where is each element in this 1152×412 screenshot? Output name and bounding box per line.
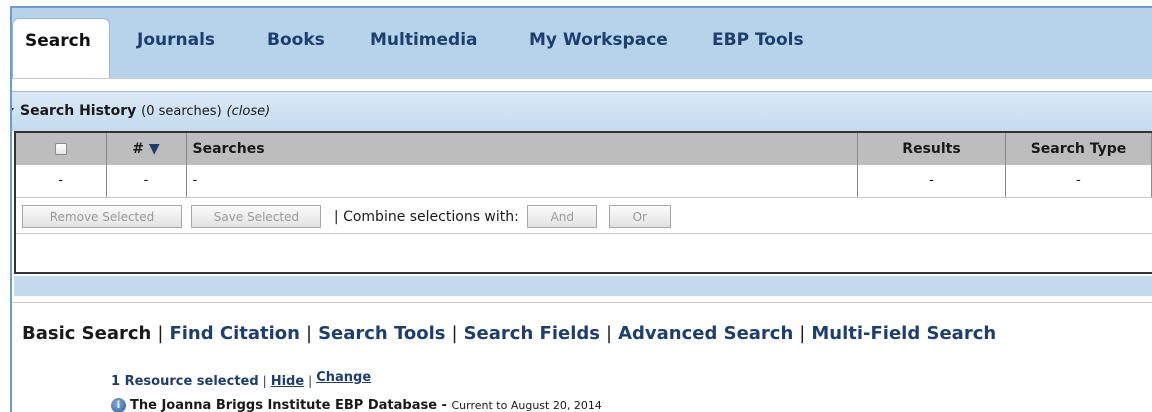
search-history-table: # ▼ Searches Results Search Type - - - -… — [16, 133, 1152, 198]
history-actions-bar: Remove Selected Save Selected | Combine … — [16, 200, 1152, 234]
save-selected-button[interactable]: Save Selected — [191, 205, 322, 228]
search-tools-link[interactable]: Search Tools — [318, 323, 445, 344]
find-citation-link[interactable]: Find Citation — [169, 323, 300, 344]
resource-selected-count: 1 Resource selected — [111, 374, 259, 389]
resource-selection: 1 Resource selected | Hide | Change — [111, 370, 371, 389]
basic-search-link[interactable]: Basic Search — [22, 323, 151, 344]
select-all-header — [16, 133, 107, 165]
tab-my-workspace[interactable]: My Workspace — [529, 30, 668, 50]
tab-bar: Search Journals Books Multimedia My Work… — [12, 8, 1152, 78]
table-header-row: # ▼ Searches Results Search Type — [16, 133, 1152, 165]
separator: | — [157, 323, 164, 344]
section-divider — [12, 302, 1152, 303]
searches-column-header: Searches — [186, 133, 858, 165]
tab-multimedia[interactable]: Multimedia — [370, 30, 478, 50]
combine-or-button[interactable]: Or — [608, 205, 671, 228]
change-link[interactable]: Change — [316, 370, 371, 385]
tab-search[interactable]: Search — [12, 18, 110, 78]
remove-selected-button[interactable]: Remove Selected — [22, 205, 182, 228]
separator: | — [799, 323, 806, 344]
multi-field-search-link[interactable]: Multi-Field Search — [811, 323, 996, 344]
database-currency: Current to August 20, 2014 — [451, 399, 602, 412]
collapse-triangle-icon[interactable] — [12, 107, 14, 114]
hide-link[interactable]: Hide — [271, 374, 304, 389]
tab-ebp-tools[interactable]: EBP Tools — [712, 30, 804, 50]
row-searches-cell: - — [186, 165, 858, 198]
search-history-header[interactable]: Search History (0 searches) (close) — [12, 91, 1152, 131]
number-column-label: # — [132, 141, 145, 157]
search-type-column-header: Search Type — [1005, 133, 1152, 165]
combine-selections-label: | Combine selections with: — [333, 208, 519, 225]
separator: | — [308, 374, 313, 388]
app-frame: Search Journals Books Multimedia My Work… — [10, 6, 1152, 412]
advanced-search-link[interactable]: Advanced Search — [618, 323, 793, 344]
row-search-type-cell: - — [1005, 165, 1152, 198]
info-icon[interactable]: i — [111, 398, 126, 412]
sort-down-icon[interactable]: ▼ — [149, 141, 160, 157]
separator: | — [262, 374, 267, 388]
select-all-checkbox[interactable] — [54, 143, 67, 155]
tab-journals[interactable]: Journals — [137, 30, 215, 50]
combine-and-button[interactable]: And — [527, 205, 598, 228]
search-history-panel: # ▼ Searches Results Search Type - - - -… — [14, 131, 1152, 274]
selected-database: i The Joanna Briggs Institute EBP Databas… — [111, 398, 602, 412]
tab-books[interactable]: Books — [267, 30, 325, 50]
number-column-header[interactable]: # ▼ — [106, 133, 187, 165]
results-column-header: Results — [857, 133, 1006, 165]
separator: | — [451, 323, 458, 344]
search-history-title: Search History — [20, 103, 137, 119]
row-results-cell: - — [857, 165, 1006, 198]
search-history-count: (0 searches) — [141, 104, 222, 119]
separator: | — [305, 323, 313, 344]
table-row: - - - - - — [16, 165, 1152, 198]
tab-divider — [12, 78, 1152, 79]
database-name: The Joanna Briggs Institute EBP Database… — [130, 398, 447, 412]
search-fields-link[interactable]: Search Fields — [464, 323, 600, 344]
history-footer-band — [14, 276, 1152, 296]
search-modes-nav: Basic Search | Find Citation | Search Tools |… — [22, 323, 996, 344]
separator: | — [605, 323, 613, 344]
search-history-close-link[interactable]: (close) — [227, 104, 271, 119]
row-number-cell: - — [106, 165, 187, 198]
row-checkbox-cell: - — [16, 165, 107, 198]
